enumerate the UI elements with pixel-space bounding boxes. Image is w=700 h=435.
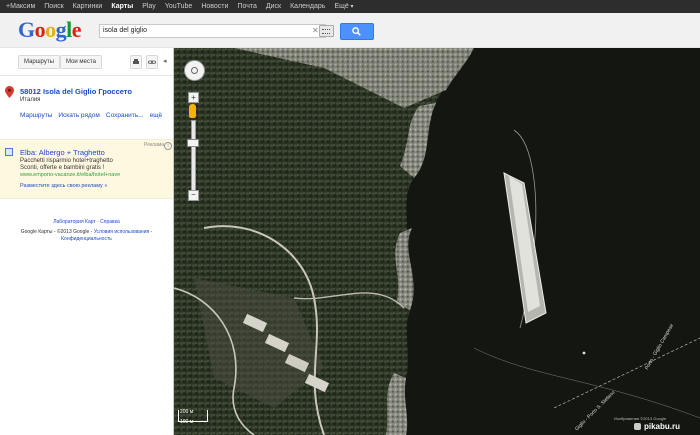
- footer-links: Лаборатория Карт · Справка: [53, 219, 120, 225]
- result-title[interactable]: 58012 Isola del Giglio Гроссето: [20, 87, 132, 96]
- map-credit: Изображения ©2013 Google: [614, 416, 667, 421]
- search-input[interactable]: isola del giglio: [99, 24, 326, 38]
- google-logo[interactable]: Google: [18, 19, 82, 41]
- ad-title[interactable]: Elba: Albergo + Traghetto: [20, 148, 105, 157]
- gbar-item-news[interactable]: Новости: [201, 0, 228, 13]
- gbar-item-search[interactable]: Поиск: [44, 0, 63, 13]
- directions-button[interactable]: Маршруты: [18, 55, 60, 69]
- search-icon: [352, 27, 361, 36]
- ad-icon: [5, 148, 13, 156]
- ad-promo-link[interactable]: Разместите здесь свою рекламу »: [20, 183, 107, 189]
- result-nearby-link[interactable]: Искать рядом: [58, 112, 100, 119]
- left-panel: Маршруты Мои места ◂ 58012 Isola del Gig…: [0, 48, 174, 435]
- google-bar: +Максим Поиск Картинки Карты Play YouTub…: [0, 0, 700, 13]
- collapse-panel-icon[interactable]: ◂: [163, 57, 167, 65]
- link-button[interactable]: [146, 55, 158, 69]
- print-button[interactable]: [130, 55, 142, 69]
- search-button[interactable]: [340, 23, 374, 40]
- scale-label-bottom: 100 м: [180, 419, 194, 425]
- gbar-item-youtube[interactable]: YouTube: [165, 0, 193, 13]
- gbar-item-maps[interactable]: Карты: [111, 0, 133, 13]
- gbar-item-plus[interactable]: +Максим: [6, 0, 35, 13]
- zoom-out-button[interactable]: −: [188, 190, 199, 201]
- map-pin-icon: [5, 86, 14, 98]
- gbar-item-mail[interactable]: Почта: [237, 0, 256, 13]
- info-icon[interactable]: i: [164, 142, 172, 150]
- scale-label-top: 200 м: [180, 409, 194, 415]
- privacy-link[interactable]: Конфиденциальность: [61, 236, 112, 242]
- zoom-in-button[interactable]: +: [188, 92, 199, 103]
- footer-legal: Google Карты - ©2013 Google - Условия ис…: [20, 229, 153, 242]
- ad-url[interactable]: www.emporio-vacanze.it/elba/hotel+nave: [20, 172, 120, 178]
- result-more-link[interactable]: ещё: [150, 112, 163, 119]
- map-view[interactable]: + − 200 м 100 м Porto - Giglio Campese G…: [174, 48, 700, 435]
- my-places-button[interactable]: Мои места: [60, 55, 102, 69]
- keyboard-icon[interactable]: [319, 25, 334, 37]
- link-icon: [148, 60, 156, 64]
- pegman-icon[interactable]: [189, 104, 196, 118]
- result-subtitle: Италия: [20, 97, 41, 103]
- ad-text-line: Pacchetti risparmio hotel+traghetto: [20, 158, 113, 164]
- watermark: pikabu.ru: [634, 422, 680, 431]
- print-icon: [133, 59, 139, 64]
- result-actions: Маршруты Искать рядом Сохранить... ещё: [20, 112, 162, 119]
- clear-search-icon[interactable]: ✕: [312, 24, 319, 37]
- gbar-nav: +Максим Поиск Картинки Карты Play YouTub…: [6, 0, 353, 13]
- zoom-slider-track[interactable]: [191, 120, 196, 192]
- pan-control[interactable]: [184, 60, 205, 81]
- gbar-item-drive[interactable]: Диск: [266, 0, 281, 13]
- copyright-text: Google Карты - ©2013 Google -: [20, 229, 93, 235]
- gbar-item-play[interactable]: Play: [142, 0, 156, 13]
- ad-text-line: Sconti, offerte e bambini gratis !: [20, 165, 105, 171]
- terms-link[interactable]: Условия использования: [94, 229, 150, 235]
- help-link[interactable]: Справка: [100, 219, 120, 225]
- zoom-slider-handle[interactable]: [187, 139, 199, 147]
- header: Google isola del giglio ✕: [0, 13, 700, 48]
- divider: [0, 75, 173, 76]
- ad-tag: Реклама: [144, 142, 165, 148]
- result-save-link[interactable]: Сохранить...: [106, 112, 144, 119]
- satellite-imagery: [174, 48, 700, 435]
- result-directions-link[interactable]: Маршруты: [20, 112, 52, 119]
- gbar-item-calendar[interactable]: Календарь: [290, 0, 325, 13]
- gbar-item-images[interactable]: Картинки: [73, 0, 103, 13]
- maps-lab-link[interactable]: Лаборатория Карт: [53, 219, 96, 225]
- gbar-item-more[interactable]: Ещё: [334, 0, 353, 14]
- ad-box: Реклама i Elba: Albergo + Traghetto Pacc…: [0, 139, 173, 199]
